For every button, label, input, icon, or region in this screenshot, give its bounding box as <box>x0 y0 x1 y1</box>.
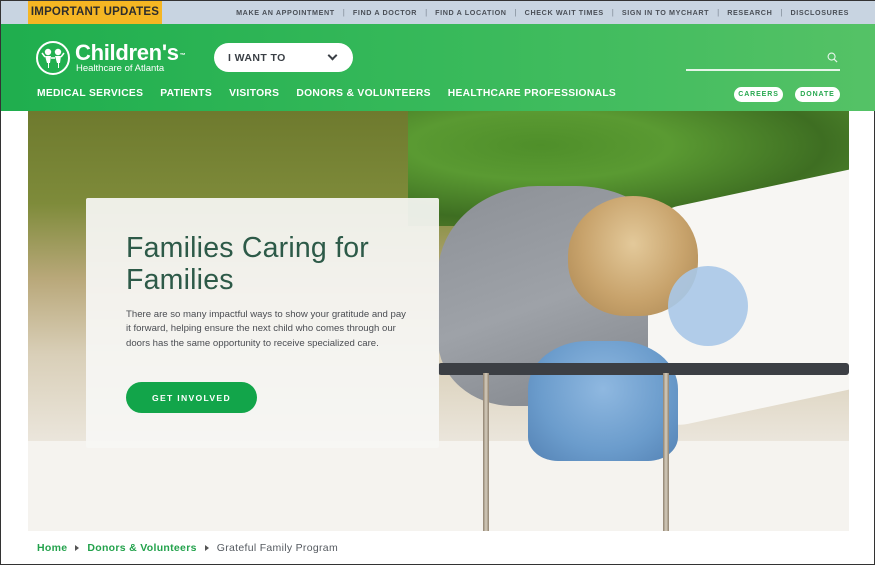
breadcrumb-caret-icon <box>75 545 80 551</box>
logo-title: Children's™ <box>75 39 186 65</box>
utility-bar: IMPORTANT UPDATES MAKE AN APPOINTMENT | … <box>1 1 875 24</box>
utility-links: MAKE AN APPOINTMENT | FIND A DOCTOR | FI… <box>236 1 849 24</box>
i-want-to-label: I WANT TO <box>228 51 286 64</box>
util-link-research[interactable]: RESEARCH <box>727 8 772 17</box>
hero-description: There are so many impactful ways to show… <box>126 309 406 349</box>
careers-button[interactable]: CAREERS <box>734 87 783 102</box>
i-want-to-dropdown[interactable]: I WANT TO <box>214 43 353 72</box>
util-link-make-appointment[interactable]: MAKE AN APPOINTMENT <box>236 8 335 17</box>
hero-rail-post <box>663 373 669 531</box>
nav-healthcare-professionals[interactable]: HEALTHCARE PROFESSIONALS <box>448 88 616 99</box>
search-icon[interactable] <box>827 52 838 63</box>
util-link-find-location[interactable]: FIND A LOCATION <box>435 8 506 17</box>
get-involved-button[interactable]: GET INVOLVED <box>126 382 257 413</box>
nav-patients[interactable]: PATIENTS <box>160 88 212 99</box>
util-link-check-wait-times[interactable]: CHECK WAIT TIMES <box>525 8 604 17</box>
util-separator: | <box>342 8 345 17</box>
site-header: Children's™ Healthcare of Atlanta I WANT… <box>1 24 875 111</box>
util-separator: | <box>717 8 720 17</box>
hero-title: Families Caring for Families <box>126 232 369 296</box>
hero-bed-sheet <box>28 441 849 531</box>
hero-child-gown <box>528 341 678 461</box>
logo[interactable]: Children's™ Healthcare of Atlanta <box>36 39 186 75</box>
nav-donors-volunteers[interactable]: DONORS & VOLUNTEERS <box>296 88 430 99</box>
breadcrumb-home[interactable]: Home <box>37 542 67 554</box>
util-link-sign-in-mychart[interactable]: SIGN IN TO MYCHART <box>622 8 709 17</box>
breadcrumb: Home Donors & Volunteers Grateful Family… <box>37 542 338 554</box>
children-holding-hands-icon <box>36 41 70 75</box>
util-separator: | <box>780 8 783 17</box>
main-nav: MEDICAL SERVICES PATIENTS VISITORS DONOR… <box>37 88 633 99</box>
hero-card: Families Caring for Families There are s… <box>86 198 439 448</box>
util-separator: | <box>425 8 428 17</box>
hero-rail-post <box>483 373 489 531</box>
util-separator: | <box>611 8 614 17</box>
search-field <box>686 46 840 71</box>
donate-button[interactable]: DONATE <box>795 87 840 102</box>
search-input[interactable] <box>686 46 816 68</box>
util-link-disclosures[interactable]: DISCLOSURES <box>790 8 849 17</box>
breadcrumb-caret-icon <box>204 545 209 551</box>
nav-medical-services[interactable]: MEDICAL SERVICES <box>37 88 143 99</box>
breadcrumb-current-page: Grateful Family Program <box>216 542 338 554</box>
breadcrumb-donors-volunteers[interactable]: Donors & Volunteers <box>87 542 196 554</box>
util-separator: | <box>514 8 517 17</box>
nav-visitors[interactable]: VISITORS <box>229 88 279 99</box>
hero-bed-rail <box>438 363 849 375</box>
important-updates-button[interactable]: IMPORTANT UPDATES <box>28 1 162 24</box>
chevron-down-icon <box>327 50 338 61</box>
hero-child-cap <box>668 266 748 346</box>
util-link-find-doctor[interactable]: FIND A DOCTOR <box>353 8 417 17</box>
